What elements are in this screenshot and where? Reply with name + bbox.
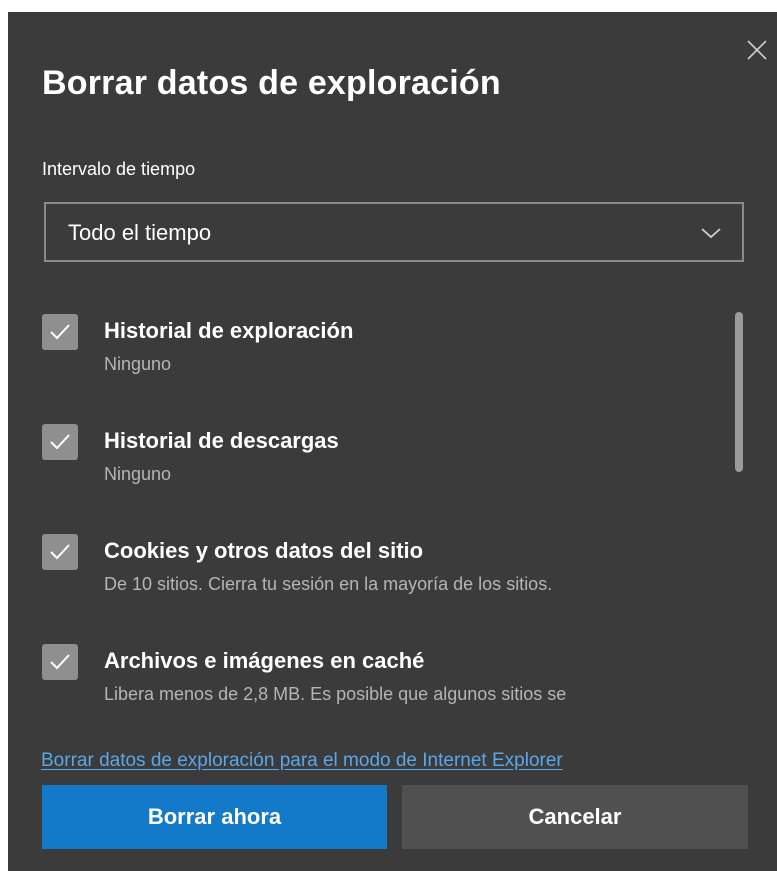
option-title: Cookies y otros datos del sitio (104, 538, 424, 563)
option-description: Libera menos de 2,8 MB. Es posible que a… (104, 684, 567, 704)
checkmark-icon (50, 544, 70, 560)
time-range-label: Intervalo de tiempo (42, 159, 196, 179)
data-options-list: Historial de exploración Ninguno Histori… (8, 302, 777, 717)
clear-now-button[interactable]: Borrar ahora (42, 785, 387, 849)
option-title: Archivos e imágenes en caché (104, 648, 425, 673)
cancel-button[interactable]: Cancelar (402, 785, 748, 849)
cached-files-checkbox[interactable] (42, 644, 78, 680)
close-button[interactable] (745, 38, 769, 62)
download-history-checkbox[interactable] (42, 424, 78, 460)
ie-mode-clear-link[interactable]: Borrar datos de exploración para el modo… (41, 750, 563, 772)
time-range-value: Todo el tiempo (68, 220, 212, 245)
option-description: De 10 sitios. Cierra tu sesión en la may… (104, 574, 553, 594)
browsing-history-checkbox[interactable] (42, 314, 78, 350)
checkmark-icon (50, 654, 70, 670)
clear-browsing-data-dialog: Borrar datos de exploración Intervalo de… (8, 12, 777, 871)
cookies-checkbox[interactable] (42, 534, 78, 570)
option-description: Ninguno (104, 354, 172, 374)
option-title: Historial de exploración (104, 318, 354, 343)
time-range-select[interactable]: Todo el tiempo (44, 202, 744, 262)
chevron-down-icon (701, 228, 721, 239)
checkmark-icon (50, 324, 70, 340)
option-title: Historial de descargas (104, 428, 339, 453)
checkmark-icon (50, 434, 70, 450)
dialog-title: Borrar datos de exploración (42, 64, 501, 102)
close-icon (747, 40, 767, 60)
option-description: Ninguno (104, 464, 172, 484)
options-scrollbar[interactable] (735, 312, 743, 472)
